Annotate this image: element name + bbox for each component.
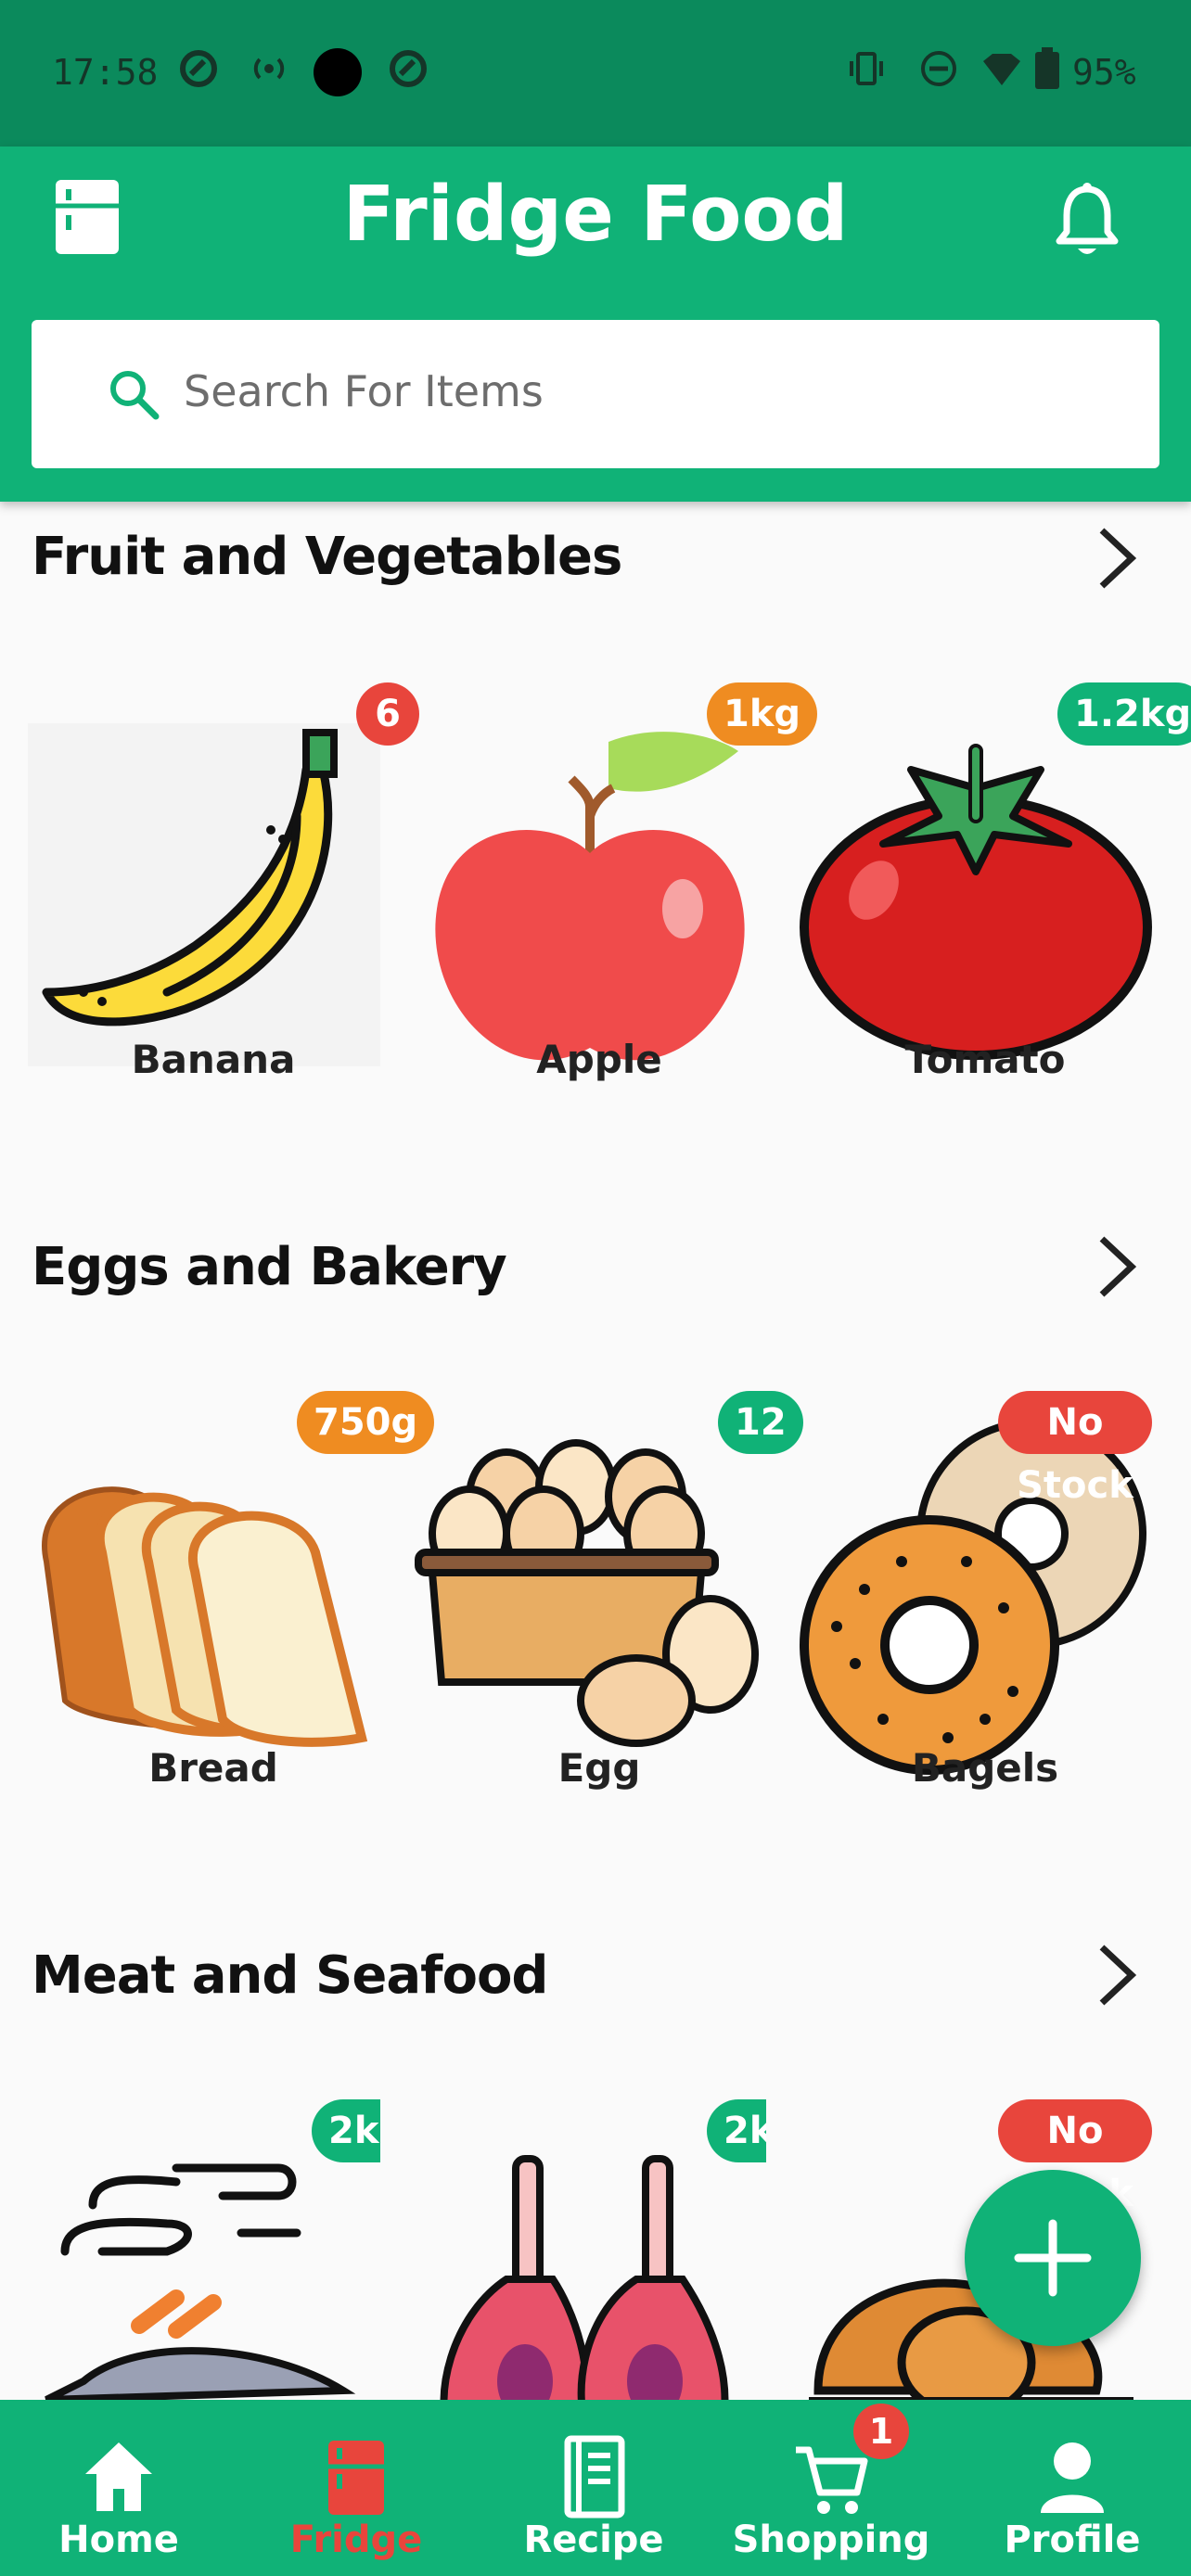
search-input[interactable]: Search For Items bbox=[184, 366, 544, 416]
do-not-disturb-icon bbox=[921, 51, 956, 86]
fridge-icon bbox=[328, 2441, 384, 2515]
item-name: Bread bbox=[148, 1745, 278, 1791]
recipe-book-icon bbox=[564, 2435, 625, 2519]
battery-icon bbox=[1035, 47, 1059, 89]
item-name: Apple bbox=[536, 1037, 662, 1082]
data-saver-icon bbox=[390, 50, 427, 87]
section-title-meat-and-seafood: Meat and Seafood bbox=[32, 1945, 548, 2006]
quantity-badge: 12 bbox=[718, 1391, 803, 1454]
cart-count-badge: 1 bbox=[853, 2404, 909, 2459]
plus-icon bbox=[1014, 2219, 1092, 2297]
home-icon bbox=[85, 2442, 152, 2511]
fish-image bbox=[45, 2163, 356, 2400]
cart-icon bbox=[796, 2446, 868, 2514]
nav-label: Home bbox=[58, 2519, 179, 2561]
quantity-badge: 1.2kg bbox=[1057, 682, 1191, 746]
battery-percentage: 95% bbox=[1072, 52, 1136, 93]
nav-item-shopping[interactable]: Shopping bbox=[712, 2400, 950, 2576]
add-item-button[interactable] bbox=[965, 2170, 1141, 2346]
camera-cutout bbox=[314, 48, 362, 96]
search-icon bbox=[110, 371, 160, 420]
item-name: Banana bbox=[131, 1037, 296, 1082]
quantity-badge: 2kg bbox=[312, 2099, 380, 2162]
item-card-egg[interactable]: Egg 12 bbox=[414, 1391, 803, 1836]
tomato-image bbox=[800, 744, 1152, 1060]
status-time: 17:58 bbox=[52, 52, 159, 93]
search-bar[interactable]: Search For Items bbox=[32, 320, 1159, 468]
data-saver-icon bbox=[180, 50, 217, 87]
banana-image bbox=[28, 723, 380, 1066]
quantity-badge: 6 bbox=[356, 682, 419, 746]
chevron-right-icon[interactable] bbox=[1095, 1233, 1139, 1300]
vibrate-icon bbox=[850, 52, 883, 85]
nav-item-home[interactable]: Home bbox=[0, 2400, 237, 2576]
notification-bell-icon[interactable] bbox=[1052, 182, 1122, 260]
quantity-badge: 2kg bbox=[707, 2099, 766, 2162]
item-card-fish[interactable]: 2kg bbox=[28, 2099, 380, 2400]
nav-item-recipe[interactable]: Recipe bbox=[475, 2400, 712, 2576]
item-card-bread[interactable]: Bread 750g bbox=[28, 1391, 435, 1836]
bread-image bbox=[42, 1486, 368, 1747]
stock-badge: No Stock bbox=[998, 2099, 1152, 2215]
chevron-right-icon[interactable] bbox=[1095, 1942, 1139, 2009]
section-title-fruit-and-vegetables: Fruit and Vegetables bbox=[32, 527, 622, 587]
item-name: Bagels bbox=[911, 1745, 1059, 1791]
app-title: Fridge Food bbox=[342, 171, 849, 259]
item-card-banana[interactable]: Banana 6 bbox=[28, 682, 419, 1128]
hotspot-icon bbox=[253, 57, 285, 80]
item-card-apple[interactable]: Apple 1kg bbox=[414, 682, 818, 1128]
section-title-eggs-and-bakery: Eggs and Bakery bbox=[32, 1237, 507, 1297]
wifi-icon bbox=[983, 54, 1020, 85]
chevron-right-icon[interactable] bbox=[1095, 525, 1139, 592]
item-name: Tomato bbox=[904, 1037, 1066, 1082]
bottom-navigation: Home Fridge Recipe Shopping Profile bbox=[0, 2400, 1191, 2576]
nav-label: Fridge bbox=[289, 2519, 423, 2561]
nav-label: Shopping bbox=[732, 2519, 930, 2561]
item-name: Egg bbox=[557, 1745, 641, 1791]
lamb-chops-image bbox=[440, 2155, 729, 2400]
item-card-lamb[interactable]: 2kg bbox=[414, 2099, 766, 2400]
stock-badge: No Stock bbox=[998, 1391, 1152, 1507]
status-bar: 17:58 95% bbox=[0, 0, 1191, 147]
item-card-bagels[interactable]: Bagels No Stock bbox=[800, 1391, 1152, 1836]
nav-item-profile[interactable]: Profile bbox=[954, 2400, 1191, 2576]
item-card-tomato[interactable]: Tomato 1.2kg bbox=[800, 682, 1191, 1128]
apple-image bbox=[435, 732, 745, 1061]
nav-label: Profile bbox=[1004, 2519, 1141, 2561]
person-icon bbox=[1041, 2442, 1104, 2513]
egg-basket-image bbox=[415, 1439, 759, 1747]
nav-item-fridge[interactable]: Fridge bbox=[237, 2400, 475, 2576]
nav-label: Recipe bbox=[523, 2519, 664, 2561]
